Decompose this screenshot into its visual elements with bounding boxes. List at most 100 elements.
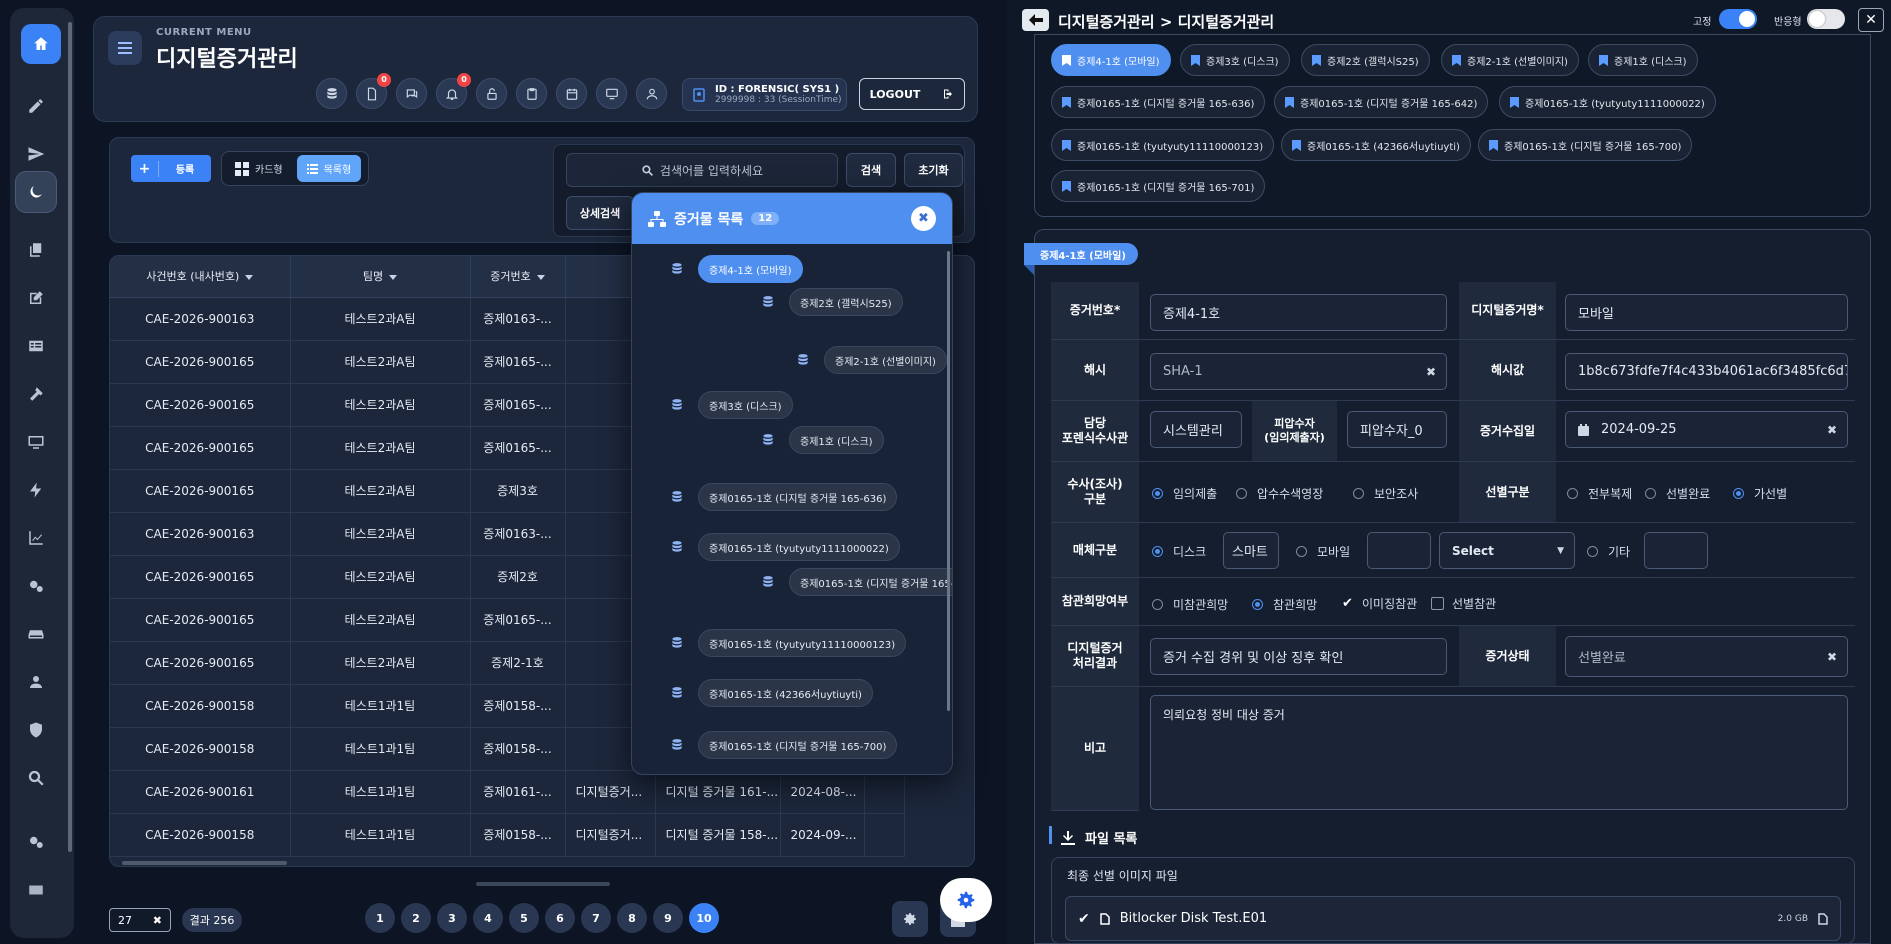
search-icon[interactable] [16, 758, 56, 798]
remark-textarea[interactable]: 의뢰요청 정비 대상 증거 [1150, 695, 1848, 810]
page-button[interactable]: 3 [437, 903, 467, 933]
radio-selected-done[interactable]: 선별완료 [1645, 485, 1710, 502]
tree-node[interactable]: 증제0165-1호 (tyutyuty11110000123) [670, 629, 907, 657]
page-button[interactable]: 4 [473, 903, 503, 933]
monitor-icon[interactable] [596, 78, 627, 109]
logout-button[interactable]: LOGOUT [859, 78, 965, 110]
database-icon[interactable] [316, 78, 347, 109]
gears-icon[interactable] [16, 566, 56, 606]
radio-warrant[interactable]: 압수수색영장 [1236, 485, 1323, 502]
back-button[interactable] [1022, 9, 1049, 31]
evidence-tab[interactable]: 증제0165-1호 (tyutyuty11110000123) [1051, 129, 1275, 161]
evidence-tab[interactable]: 증제0165-1호 (디지털 증거물 165-700) [1478, 129, 1693, 161]
media-smart-field[interactable]: 스마트 [1223, 532, 1279, 569]
shield-icon[interactable] [16, 710, 56, 750]
radio-full-copy[interactable]: 전부복제 [1567, 485, 1632, 502]
sort-icon[interactable] [536, 274, 545, 280]
clear-icon[interactable]: ✖ [1426, 365, 1436, 379]
clipboard-icon[interactable] [516, 78, 547, 109]
calendar-icon[interactable] [556, 78, 587, 109]
page-button[interactable]: 7 [581, 903, 611, 933]
radio-other[interactable]: 기타 [1587, 543, 1630, 560]
drive-icon[interactable] [16, 614, 56, 654]
search-button[interactable]: 검색 [846, 153, 896, 187]
list-view-button[interactable]: 목록형 [296, 155, 362, 182]
collect-date-field[interactable]: 2024-09-25 ✖ [1565, 411, 1848, 448]
column-header[interactable]: 팀명 [290, 256, 471, 298]
user-icon[interactable] [636, 78, 667, 109]
tree-node[interactable]: 증제4-1호 (모바일) [670, 255, 803, 283]
evidence-tab[interactable]: 증제1호 (디스크) [1588, 44, 1698, 76]
page-button[interactable]: 10 [689, 903, 719, 933]
tree-node[interactable]: 증제3호 (디스크) [670, 391, 793, 419]
other-field[interactable] [1644, 532, 1708, 569]
clear-icon[interactable]: ✖ [1827, 650, 1837, 664]
mobile-field[interactable] [1367, 532, 1431, 569]
popup-close-button[interactable]: ✖ [911, 206, 936, 231]
pencil-icon[interactable] [16, 86, 56, 126]
responsive-toggle[interactable] [1807, 9, 1845, 29]
radio-voluntary[interactable]: 임의제출 [1152, 485, 1217, 502]
rows-per-page-input[interactable]: 27 ✖ [109, 908, 171, 932]
checkbox-imaging[interactable]: ✔ 이미징참관 [1341, 595, 1417, 612]
status-select[interactable]: 선별완료 ✖ [1565, 636, 1848, 677]
copy-icon[interactable] [16, 230, 56, 270]
send-icon[interactable] [16, 134, 56, 174]
tree-node[interactable]: 증제0165-1호 (42366서uytiuyti) [670, 679, 873, 707]
hash-value-field[interactable]: 1b8c673fdfe7f4c433b4061ac6f3485fc6d7 [1565, 353, 1848, 390]
sort-icon[interactable] [389, 274, 398, 280]
evidence-no-field[interactable]: 증제4-1호 [1150, 294, 1447, 331]
tree-node[interactable]: 증제1호 (디스크) [761, 426, 884, 454]
radio-no-attend[interactable]: 미참관희망 [1152, 596, 1228, 613]
menu-icon[interactable] [108, 31, 142, 65]
bell-icon[interactable]: 0 [436, 73, 471, 109]
sort-icon[interactable] [245, 274, 254, 280]
user-icon[interactable] [16, 662, 56, 702]
chart-icon[interactable] [16, 518, 56, 558]
bolt-icon[interactable] [16, 470, 56, 510]
column-header[interactable]: 사건번호 (내사번호) [110, 256, 291, 298]
evidence-tab[interactable]: 증제0165-1호 (디지털 증거물 165-636) [1051, 86, 1266, 118]
radio-security[interactable]: 보안조사 [1353, 485, 1418, 502]
close-icon[interactable]: ✕ [1858, 8, 1884, 32]
search-input[interactable]: 검색어를 입력하세요 [566, 153, 838, 187]
evidence-tab[interactable]: 증제0165-1호 (42366서uytiuyti) [1281, 129, 1471, 161]
card-view-button[interactable]: 카드형 [225, 155, 293, 182]
edit-icon[interactable] [16, 278, 56, 318]
translate-icon[interactable] [16, 870, 56, 910]
list-icon[interactable] [16, 326, 56, 366]
tree-node[interactable]: 증제0165-1호 (디지털 증거물 165-636) [670, 483, 898, 511]
home-icon[interactable] [21, 24, 61, 64]
document-icon[interactable]: 0 [356, 73, 391, 109]
monitor-icon[interactable] [16, 422, 56, 462]
fixed-toggle[interactable] [1719, 9, 1757, 29]
table-row[interactable]: CAE-2026-900158 테스트1과1팀 증제0158-... 디지털증거...… [110, 813, 905, 857]
tree-node[interactable]: 증제0165-1호 (tyutyuty1111000022) [670, 533, 900, 561]
floating-settings-button[interactable] [940, 878, 992, 922]
tree-node[interactable]: 증제0165-1호 (디지털 증거물 165-... [761, 568, 952, 596]
settings-icon[interactable] [892, 901, 928, 937]
tree-node[interactable]: 증제2호 (갤럭시S25) [761, 288, 903, 316]
hash-select[interactable]: SHA-1 ✖ [1150, 353, 1447, 390]
officer-field[interactable]: 시스템관리 [1150, 411, 1242, 448]
page-button[interactable]: 6 [545, 903, 575, 933]
sidebar-scrollbar[interactable] [68, 22, 72, 852]
resize-handle[interactable] [476, 882, 610, 886]
evidence-tab[interactable]: 증제3호 (디스크) [1180, 44, 1290, 76]
settings-icon[interactable] [16, 822, 56, 862]
radio-pre-selected[interactable]: 가선별 [1733, 485, 1787, 502]
unlock-icon[interactable] [476, 78, 507, 109]
reset-button[interactable]: 초기화 [904, 153, 963, 187]
file-item[interactable]: ✔ Bitlocker Disk Test.E01 2.0 GB [1065, 896, 1841, 941]
page-button[interactable]: 1 [365, 903, 395, 933]
page-button[interactable]: 8 [617, 903, 647, 933]
hammer-icon[interactable] [16, 374, 56, 414]
suspect-field[interactable]: 피압수자_0 [1347, 411, 1447, 448]
radio-attend[interactable]: 참관희망 [1252, 596, 1317, 613]
tree-node[interactable]: 증제0165-1호 (디지털 증거물 165-700) [670, 731, 898, 759]
advanced-search-button[interactable]: 상세검색 [566, 196, 634, 230]
page-button[interactable]: 5 [509, 903, 539, 933]
digital-name-field[interactable]: 모바일 [1565, 294, 1848, 331]
page-button[interactable]: 2 [401, 903, 431, 933]
column-header[interactable]: 증거번호 [470, 256, 566, 298]
